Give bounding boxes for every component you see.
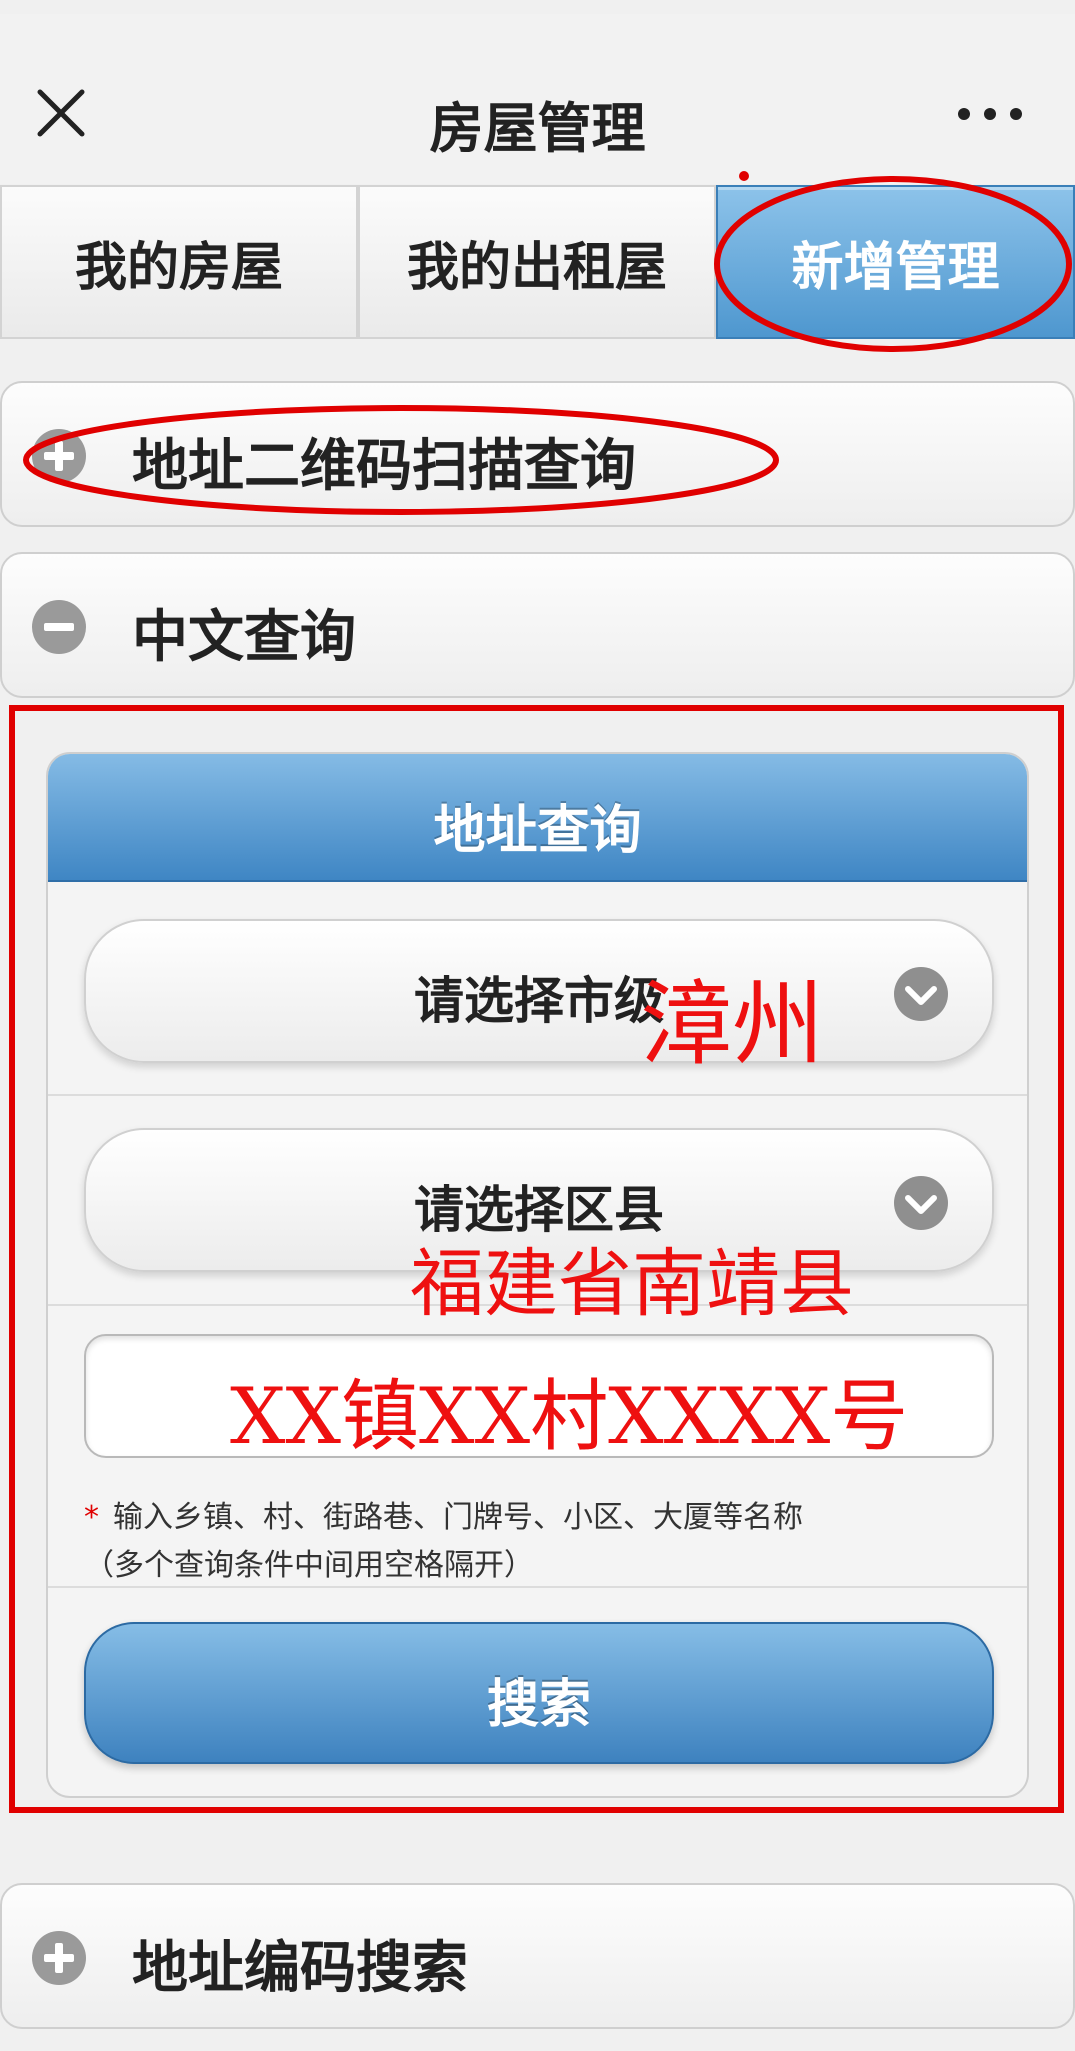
input-hint: * 输入乡镇、村、街路巷、门牌号、小区、大厦等名称 [84, 1492, 803, 1536]
section-chinese-query[interactable]: 中文查询 [0, 552, 1075, 698]
input-hint-text: 输入乡镇、村、街路巷、门牌号、小区、大厦等名称 [113, 1500, 803, 1535]
tab-my-houses[interactable]: 我的房屋 [0, 185, 358, 339]
county-select[interactable]: 请选择区县 [84, 1128, 994, 1272]
divider [48, 1586, 1027, 1588]
section-qr-query-label: 地址二维码扫描查询 [132, 434, 636, 499]
section-qr-query[interactable]: 地址二维码扫描查询 [0, 381, 1075, 527]
more-icon [958, 108, 1022, 120]
divider [48, 1094, 1027, 1096]
address-keyword-input[interactable] [84, 1334, 994, 1458]
app-header: 房屋管理 [0, 14, 1075, 184]
city-select-label: 请选择市级 [414, 972, 664, 1030]
section-code-search[interactable]: 地址编码搜索 [0, 1883, 1075, 2029]
search-button[interactable]: 搜索 [84, 1622, 994, 1764]
city-select[interactable]: 请选择市级 [84, 919, 994, 1063]
tab-my-rentals[interactable]: 我的出租屋 [358, 185, 716, 339]
section-code-search-label: 地址编码搜索 [132, 1936, 468, 2001]
close-icon [37, 89, 85, 137]
panel-header: 地址查询 [48, 754, 1027, 882]
more-button[interactable] [952, 94, 1028, 134]
tab-add-management[interactable]: 新增管理 [716, 185, 1075, 339]
address-query-panel: 地址查询 请选择市级 请选择区县 * 输入乡镇、村、街路巷、门牌号、小区、大厦等名… [46, 752, 1029, 1798]
required-star: * [84, 1500, 99, 1535]
tab-bar: 我的房屋 我的出租屋 新增管理 [0, 185, 1075, 341]
county-select-label: 请选择区县 [414, 1181, 664, 1239]
divider [48, 1304, 1027, 1306]
plus-circle-icon [32, 429, 86, 483]
close-button[interactable] [30, 82, 92, 144]
plus-circle-icon [32, 1931, 86, 1985]
panel-title: 地址查询 [433, 801, 642, 861]
input-hint-note: （多个查询条件中间用空格隔开） [84, 1548, 534, 1583]
status-bar [0, 0, 1075, 14]
search-button-label: 搜索 [486, 1675, 591, 1735]
chevron-down-icon [894, 967, 948, 1021]
chevron-down-icon [894, 1176, 948, 1230]
page-title: 房屋管理 [429, 97, 646, 160]
minus-circle-icon [32, 600, 86, 654]
section-chinese-query-label: 中文查询 [132, 605, 356, 670]
